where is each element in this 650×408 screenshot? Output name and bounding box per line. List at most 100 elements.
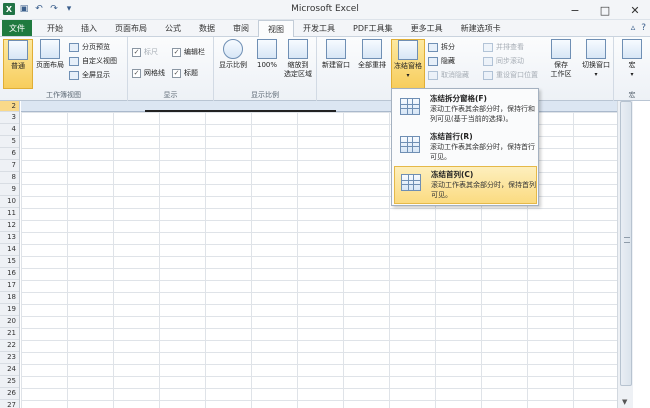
gridlines-checkbox[interactable]: ✓ 网格线 <box>132 67 165 79</box>
normal-view-icon <box>8 40 28 60</box>
hide-button[interactable]: 隐藏 <box>428 55 455 67</box>
tab-home[interactable]: 开始 <box>38 20 72 36</box>
row-header[interactable]: 27 <box>0 400 19 408</box>
scroll-down-arrow-icon[interactable]: ▼ <box>622 398 627 406</box>
split-button[interactable]: 拆分 <box>428 41 455 53</box>
right-gutter <box>633 101 650 408</box>
zoom-to-selection-button[interactable]: 缩放到 选定区域 <box>282 39 314 89</box>
dropdown-arrow-icon: ▾ <box>406 72 410 79</box>
sync-scroll-button[interactable]: 同步滚动 <box>483 55 524 67</box>
tab-new-tab[interactable]: 新建选项卡 <box>452 20 510 36</box>
row-header[interactable]: 19 <box>0 304 19 316</box>
row-header[interactable]: 4 <box>0 124 19 136</box>
zoom-100-icon <box>257 39 277 59</box>
save-workspace-button[interactable]: 保存 工作区 <box>545 39 577 89</box>
macros-icon <box>622 39 642 59</box>
full-screen-button[interactable]: 全屏显示 <box>69 69 110 81</box>
tab-insert[interactable]: 插入 <box>72 20 106 36</box>
row-header[interactable]: 2 <box>0 101 19 112</box>
macros-button[interactable]: 宏 ▾ <box>617 39 647 89</box>
tab-more-tools[interactable]: 更多工具 <box>402 20 452 36</box>
row-header[interactable]: 17 <box>0 280 19 292</box>
normal-view-button[interactable]: 普通 <box>3 39 33 89</box>
redo-icon[interactable]: ↷ <box>48 3 60 15</box>
undo-icon[interactable]: ↶ <box>33 3 45 15</box>
tab-file[interactable]: 文件 <box>2 20 32 36</box>
checkbox-icon: ✓ <box>132 47 141 57</box>
full-screen-icon <box>69 70 79 80</box>
tab-data[interactable]: 数据 <box>190 20 224 36</box>
tab-page-layout[interactable]: 页面布局 <box>106 20 156 36</box>
arrange-all-icon <box>362 39 382 59</box>
row-header[interactable]: 7 <box>0 160 19 172</box>
group-label: 显示 <box>163 91 178 99</box>
row-header[interactable]: 5 <box>0 136 19 148</box>
row-header[interactable]: 3 <box>0 112 19 124</box>
switch-windows-button[interactable]: 切换窗口 ▾ <box>579 39 613 89</box>
row-header[interactable]: 15 <box>0 256 19 268</box>
tab-view[interactable]: 视图 <box>258 20 294 37</box>
tab-review[interactable]: 审阅 <box>224 20 258 36</box>
checkbox-icon: ✓ <box>132 68 141 78</box>
row-headers[interactable]: 2 3 4 5 6 7 8 9 10 11 12 13 14 15 16 17 18 19 20 21 22 23 24 25… <box>0 101 20 408</box>
headings-checkbox[interactable]: ✓ 标题 <box>172 67 198 79</box>
row-header[interactable]: 14 <box>0 244 19 256</box>
row-header[interactable]: 18 <box>0 292 19 304</box>
row-header[interactable]: 10 <box>0 196 19 208</box>
help-icon[interactable]: ? <box>641 23 646 33</box>
view-side-by-side-button[interactable]: 并排查看 <box>483 41 524 53</box>
freeze-panes-icon <box>398 40 418 60</box>
unhide-button[interactable]: 取消隐藏 <box>428 69 469 81</box>
page-layout-icon <box>40 39 60 59</box>
tab-pdf-tools[interactable]: PDF工具集 <box>344 20 402 36</box>
switch-windows-icon <box>586 39 606 59</box>
row-header[interactable]: 23 <box>0 352 19 364</box>
custom-views-button[interactable]: 自定义视图 <box>69 55 117 67</box>
zoom-button[interactable]: 显示比例 <box>216 39 250 89</box>
worksheet[interactable]: 2 3 4 5 6 7 8 9 10 11 12 13 14 15 16 17 18 19 20 21 22 23 24 25… <box>0 101 650 408</box>
row-header[interactable]: 9 <box>0 184 19 196</box>
ribbon: 普通 页面布局 分页预览 自定义视图 全屏显示 工作簿视图 ✓ 标尺 ✓ 编辑栏 <box>0 37 650 101</box>
maximize-button[interactable]: □ <box>590 0 620 20</box>
row-header[interactable]: 16 <box>0 268 19 280</box>
ribbon-collapse-icon[interactable]: ▵ <box>631 23 636 33</box>
freeze-panes-button[interactable]: 冻结窗格 ▾ <box>391 39 425 89</box>
save-icon[interactable]: ▣ <box>18 3 30 15</box>
reset-window-position-button[interactable]: 重设窗口位置 <box>483 69 538 81</box>
arrange-all-button[interactable]: 全部重排 <box>355 39 389 89</box>
checkbox-icon: ✓ <box>172 68 181 78</box>
menu-item-freeze-panes[interactable]: 冻结拆分窗格(F) 滚动工作表其余部分时，保持行和列可见(基于当前的选择)。 <box>394 91 537 129</box>
row-header[interactable]: 22 <box>0 340 19 352</box>
row-header[interactable]: 24 <box>0 364 19 376</box>
sync-scroll-icon <box>483 56 493 66</box>
row-header[interactable]: 6 <box>0 148 19 160</box>
minimize-button[interactable]: − <box>560 0 590 20</box>
grip-icon <box>624 237 630 243</box>
zoom-100-button[interactable]: 100% <box>252 39 282 89</box>
row-header[interactable]: 11 <box>0 208 19 220</box>
ruler-checkbox[interactable]: ✓ 标尺 <box>132 46 158 58</box>
row-header[interactable]: 21 <box>0 328 19 340</box>
row-header[interactable]: 12 <box>0 220 19 232</box>
menu-item-freeze-first-column[interactable]: 冻结首列(C) 滚动工作表其余部分时，保持首列可见。 <box>394 166 537 204</box>
zoom-selection-icon <box>288 39 308 59</box>
page-break-preview-button[interactable]: 分页预览 <box>69 41 110 53</box>
vertical-scrollbar[interactable]: ▼ <box>617 101 633 408</box>
tab-developer[interactable]: 开发工具 <box>294 20 344 36</box>
tab-formulas[interactable]: 公式 <box>156 20 190 36</box>
row-header[interactable]: 25 <box>0 376 19 388</box>
row-header[interactable]: 20 <box>0 316 19 328</box>
new-window-button[interactable]: 新建窗口 <box>319 39 353 89</box>
group-label: 宏 <box>628 91 636 99</box>
menu-item-freeze-top-row[interactable]: 冻结首行(R) 滚动工作表其余部分时，保持首行可见。 <box>394 129 537 167</box>
customize-qat-icon[interactable]: ▾ <box>63 3 75 15</box>
page-layout-view-button[interactable]: 页面布局 <box>33 39 67 89</box>
page-break-icon <box>69 42 79 52</box>
row-header[interactable]: 26 <box>0 388 19 400</box>
close-button[interactable]: ✕ <box>620 0 650 20</box>
dropdown-arrow-icon: ▾ <box>594 71 598 78</box>
formula-bar-checkbox[interactable]: ✓ 编辑栏 <box>172 46 205 58</box>
scrollbar-thumb[interactable] <box>620 101 632 386</box>
row-header[interactable]: 8 <box>0 172 19 184</box>
row-header[interactable]: 13 <box>0 232 19 244</box>
